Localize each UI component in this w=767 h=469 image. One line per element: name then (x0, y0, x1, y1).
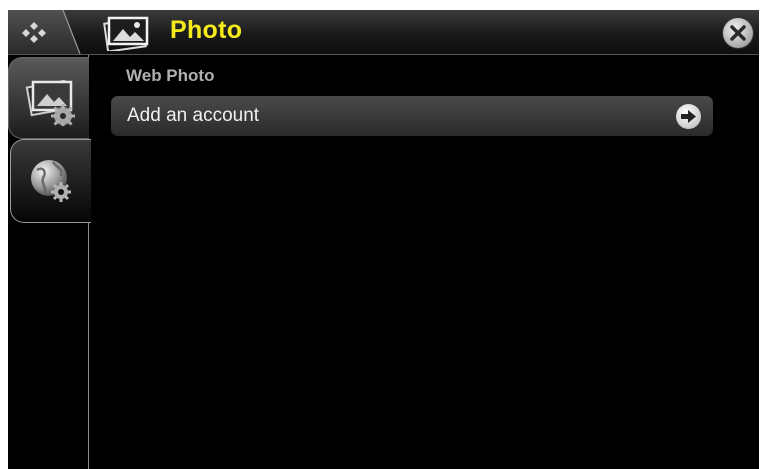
photo-settings-icon (25, 79, 75, 126)
screen: Photo Web Photo Add an account (8, 10, 759, 469)
title-bar: Photo (8, 10, 759, 55)
arrow-right-icon (681, 110, 696, 123)
photo-frame-icon (102, 15, 150, 56)
tab-divider (62, 10, 81, 54)
arrow-right-button[interactable] (676, 104, 701, 129)
close-icon (730, 25, 746, 41)
sidebar-item-photo-settings[interactable] (8, 57, 89, 139)
page-title: Photo (170, 16, 243, 44)
close-button[interactable] (723, 18, 753, 48)
globe-settings-icon (31, 160, 71, 202)
section-title: Web Photo (126, 66, 215, 85)
list-item-label: Add an account (127, 105, 260, 126)
sidebar (8, 55, 91, 469)
sidebar-item-web-settings[interactable] (10, 139, 91, 223)
diamond-dots-icon (22, 22, 46, 43)
add-account-item[interactable]: Add an account (111, 96, 713, 136)
